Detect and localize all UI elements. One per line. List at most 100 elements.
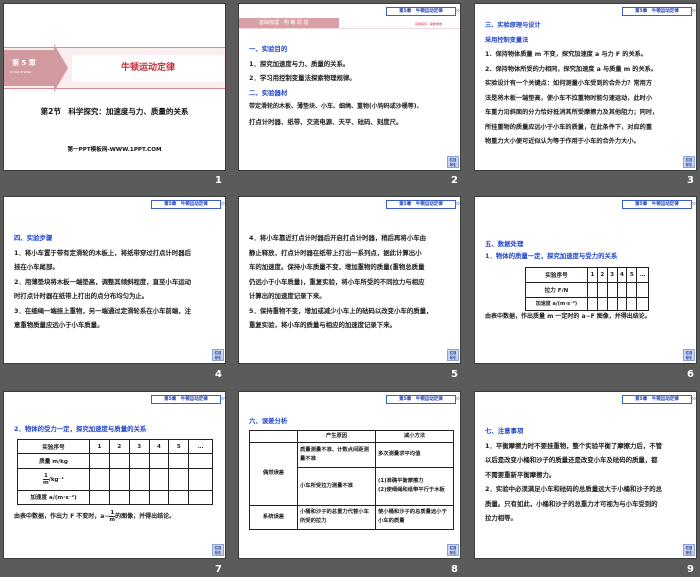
text-line: 2．保持物体所受的力相同，探究加速度 a 与质量 m 的关系。 bbox=[485, 65, 658, 73]
slide-thumbnail-3[interactable]: 第5章 牛顿运动定律» 三、实验原理与设计 采用控制变量法 1．保持物体质量 m… bbox=[474, 3, 697, 171]
table-cell: … bbox=[636, 267, 649, 283]
chapter-pinyin: DI WU ZHANG bbox=[10, 70, 32, 74]
table-cell: (1)准确平衡摩擦力 (2)使细绳和纸带平行于木板 bbox=[375, 466, 454, 506]
text-line: 1．平衡摩擦力时不要挂重物，整个实验平衡了摩擦力后，不管 bbox=[485, 441, 662, 450]
chapter-tab: 第5章 牛顿运动定律 bbox=[622, 7, 692, 16]
slide-thumbnail-8[interactable]: 第5章 牛顿运动定律» 六、误差分析 产生原因 减小方法 偶然误差 质量测量不准、计… bbox=[238, 391, 461, 559]
table-cell: 5 bbox=[168, 438, 190, 455]
table-cell: 产生原因 bbox=[297, 430, 376, 443]
table-cell: 5 bbox=[626, 267, 638, 283]
text-line: 车重力沿斜面的分力恰好抵消其所受摩擦力及其他阻力；同时， bbox=[485, 109, 659, 116]
text-line: 物重力大小便可近似认为等于作用于小车的合外力大小。 bbox=[485, 138, 640, 145]
chapter-tab: 第5章 牛顿运动定律 bbox=[151, 200, 221, 209]
table-cell: 小车所受拉力测量不准 bbox=[297, 466, 376, 506]
nav-guide-button[interactable]: 栏目导引 bbox=[212, 349, 224, 361]
nav-guide-button[interactable]: 栏目导引 bbox=[447, 349, 459, 361]
nav-guide-button[interactable]: 栏目导引 bbox=[683, 349, 695, 361]
heading-equipment: 二、实验器材 bbox=[249, 88, 288, 97]
double-chevron-icon: » bbox=[691, 6, 697, 16]
banner-right-text: 实验探究 · 突破重难 bbox=[415, 22, 442, 26]
slide-thumbnail-1[interactable]: 第 5 章 DI WU ZHANG 牛顿运动定律 第2节 科学探究：加速度与力、… bbox=[3, 3, 226, 171]
table-cell: 拉力 F/N bbox=[525, 281, 588, 298]
slide-thumbnail-7[interactable]: 第5章 牛顿运动定律» 2．物体的受力一定，探究加速度与质量的关系 实验序号 1 2… bbox=[3, 391, 226, 559]
table-cell bbox=[168, 489, 190, 506]
text-line: 以后是改变小桶和沙子的质量还是改变小车及砝码的质量，都 bbox=[485, 456, 658, 464]
table-cell bbox=[249, 430, 298, 443]
text-line: 2．实验中必须满足小车和砝码的总质量远大于小桶和沙子的总 bbox=[485, 485, 662, 493]
table-cell bbox=[626, 281, 638, 298]
data-table-mass: 实验序号 1 2 3 4 5… 质量 m/kg 1 m/kg⁻¹ 加速度 a/(m·s⁻²) bbox=[17, 438, 213, 506]
conclusion-text: 由表中数据，作出质量 m 一定时的 a−F 图像，并得出结论。 bbox=[485, 313, 651, 320]
text-line: 带定滑轮的木板、薄垫块、小车、细绳、重物(小钩码或沙桶等)、 bbox=[249, 103, 423, 110]
table-cell bbox=[148, 453, 170, 469]
text-line: 拉力相等。 bbox=[485, 514, 517, 522]
table-cell: 使小桶和沙子的总质量远小于小车的质量 bbox=[375, 504, 454, 530]
section-title: 第2节 科学探究：加速度与力、质量的关系 bbox=[40, 107, 189, 116]
table-cell: … bbox=[188, 438, 213, 455]
text-line: 2．学习用控制变量法探索物理规律。 bbox=[249, 74, 356, 82]
table-cell bbox=[596, 296, 608, 312]
nav-guide-button[interactable]: 栏目导引 bbox=[683, 544, 695, 556]
text-line: 质量。只有如此，小桶和沙子的总重力才可视为与小车受到的 bbox=[485, 499, 658, 508]
chapter-tab: 第5章 牛顿运动定律 bbox=[622, 395, 692, 404]
text-line: 仍远小于小车质量)，重复实验，将小车所受的不同拉力与相应 bbox=[249, 277, 425, 286]
table-cell: 1 m/kg⁻¹ bbox=[17, 467, 90, 491]
double-chevron-icon: » bbox=[691, 394, 697, 404]
slide-thumbnail-6[interactable]: 第5章 牛顿运动定律» 五、数据处理 1．物体的质量一定，探究加速度与受力的关系… bbox=[474, 196, 697, 364]
slide-number: 4 bbox=[215, 369, 222, 380]
double-chevron-icon: » bbox=[455, 6, 461, 16]
table-cell bbox=[616, 296, 628, 312]
nav-guide-button[interactable]: 栏目导引 bbox=[212, 544, 224, 556]
table-cell bbox=[626, 296, 638, 312]
table-cell bbox=[636, 281, 649, 298]
table-cell bbox=[168, 453, 190, 469]
text-line: 挂在小车尾部。 bbox=[14, 263, 59, 271]
double-chevron-icon: » bbox=[691, 199, 697, 209]
table-cell: 减小方法 bbox=[375, 430, 454, 443]
table-cell bbox=[188, 489, 213, 506]
nav-guide-button[interactable]: 栏目导引 bbox=[447, 544, 459, 556]
text-line: 5．保持重物不变，增加或减少小车上的砝码以改变小车的质量， bbox=[249, 306, 433, 315]
table-cell: 偶然误差 bbox=[249, 442, 298, 506]
table-row: 加速度 a/(m·s⁻²) bbox=[17, 489, 213, 506]
slide-thumbnail-4[interactable]: 第5章 牛顿运动定律» 四、实验步骤 1．将小车置于带有定滑轮的木板上，将纸带穿… bbox=[3, 196, 226, 364]
table-cell bbox=[108, 489, 130, 506]
table-row: 产生原因 减小方法 bbox=[249, 430, 454, 443]
slide-number: 5 bbox=[451, 369, 458, 380]
heading-steps: 四、实验步骤 bbox=[14, 234, 53, 242]
double-chevron-icon: » bbox=[455, 394, 461, 404]
slide-number: 1 bbox=[215, 175, 222, 186]
text-fragment: 的图像，并得出结论。 bbox=[115, 513, 176, 520]
template-footer: 第一PPT模板网-WWW.1PPT.COM bbox=[67, 147, 162, 153]
table-cell bbox=[148, 489, 170, 506]
nav-guide-button[interactable]: 栏目导引 bbox=[683, 156, 695, 168]
nav-guide-button[interactable]: 栏目导引 bbox=[447, 156, 459, 168]
slide-thumbnail-5[interactable]: 第5章 牛顿运动定律» 4．将小车靠近打点计时器后开启打点计时器，稍后再将小车由… bbox=[238, 196, 461, 364]
slide-thumbnail-2[interactable]: 第5章 牛顿运动定律» 基础梳理 · 明 确 原 理 实验探究 · 突破重难 一… bbox=[238, 3, 461, 171]
table-row: 系统误差 小桶和沙子的总重力代替小车所受的拉力 使小桶和沙子的总质量远小于小车的质量 bbox=[249, 504, 454, 530]
chapter-tab: 第5章 牛顿运动定律 bbox=[151, 395, 221, 404]
text-line: 2．用薄垫块将木板一端垫高，调整其倾斜程度，直至小车运动 bbox=[14, 277, 191, 286]
text-line: 4．将小车靠近打点计时器后开启打点计时器，稍后再将小车由 bbox=[249, 234, 426, 242]
double-chevron-icon: » bbox=[220, 394, 226, 404]
text-line: 重复实验，将小车的质量与相应的加速度记录下来。 bbox=[249, 321, 396, 329]
heading-principle: 三、实验原理与设计 bbox=[485, 22, 541, 29]
slide-number: 7 bbox=[215, 564, 222, 575]
heading-purpose: 一、实验目的 bbox=[249, 45, 288, 53]
table-cell bbox=[128, 467, 150, 491]
text-line: 所挂重物的质量应远小于小车的质量，在此条件下，对应的重 bbox=[485, 123, 653, 131]
table-row: 实验序号 1 2 3 4 5… bbox=[525, 267, 649, 283]
table-cell bbox=[188, 467, 213, 491]
table-cell: 多次测量求平均值 bbox=[375, 442, 454, 468]
text-line: 打点计时器、纸带、交流电源、天平、砝码、刻度尺。 bbox=[249, 117, 403, 126]
table-cell: 4 bbox=[148, 438, 170, 455]
slide-number: 3 bbox=[687, 175, 694, 186]
table-cell: 质量测量不准、计数点间距测量不准 bbox=[297, 442, 376, 468]
table-cell bbox=[587, 281, 598, 298]
table-row: 加速度 a/(m·s⁻²) bbox=[525, 296, 649, 312]
text-line: 3．在细绳一端挂上重物，另一端通过定滑轮系在小车前端，注 bbox=[14, 306, 191, 315]
slide-thumbnail-9[interactable]: 第5章 牛顿运动定律» 七、注意事项 1．平衡摩擦力时不要挂重物，整个实验平衡了… bbox=[474, 391, 697, 559]
table-cell bbox=[89, 467, 110, 491]
chapter-tab: 第5章 牛顿运动定律 bbox=[622, 200, 692, 209]
table-cell bbox=[128, 489, 150, 506]
